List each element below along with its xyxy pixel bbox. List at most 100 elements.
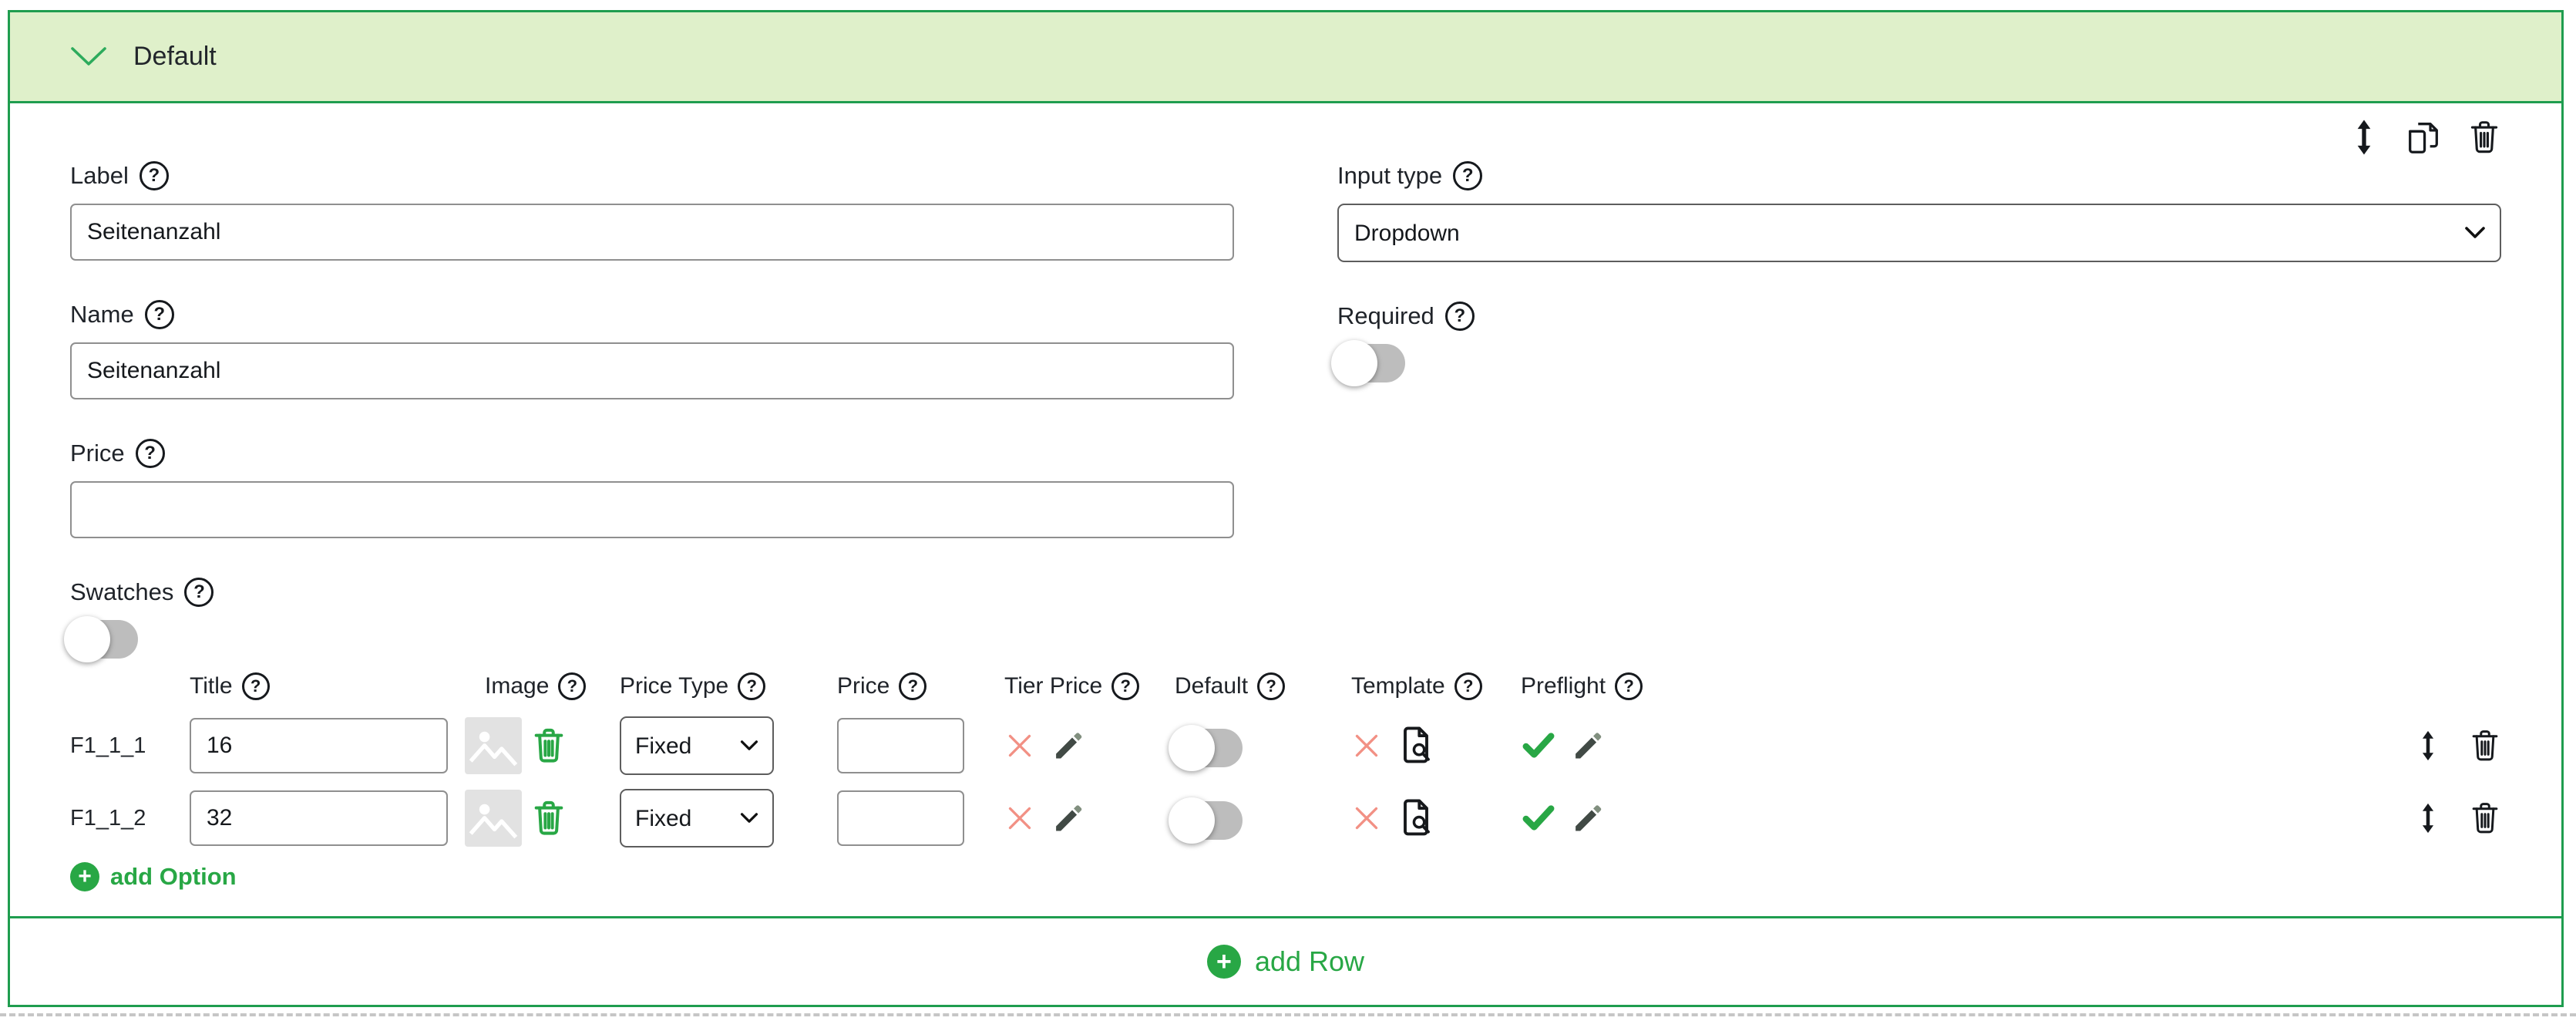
help-icon[interactable]: ? [184, 578, 214, 607]
price-type-select[interactable]: Fixed [620, 716, 774, 775]
price-field-group: Price ? [70, 438, 1234, 538]
option-title-input[interactable] [190, 718, 448, 773]
tier-price-unset-x-icon [1004, 730, 1035, 761]
input-type-select[interactable]: Dropdown [1337, 204, 2501, 262]
option-image-placeholder[interactable] [465, 790, 522, 847]
option-panel: Default [8, 10, 2564, 1007]
help-icon[interactable]: ? [1454, 672, 1482, 700]
panel-title: Default [133, 42, 217, 72]
plus-circle-icon: + [70, 862, 99, 891]
tier-price-unset-x-icon [1004, 803, 1035, 834]
move-option-icon[interactable] [2415, 800, 2441, 836]
column-header-price: Price? [837, 671, 1004, 702]
label-input[interactable] [70, 204, 1234, 261]
price-input[interactable] [70, 481, 1234, 538]
help-icon[interactable]: ? [738, 672, 765, 700]
panel-toolbar [70, 117, 2501, 157]
help-icon[interactable]: ? [136, 439, 165, 468]
column-header-preflight: Preflight? [1521, 671, 1621, 702]
column-header-template: Template? [1351, 671, 1521, 702]
swatches-field-caption: Swatches [70, 577, 173, 608]
help-icon[interactable]: ? [558, 672, 586, 700]
swatches-field-group: Swatches ? [70, 577, 1234, 659]
label-field-label: Label ? [70, 160, 1234, 191]
input-type-select-wrap: Dropdown [1337, 204, 2501, 262]
delete-panel-icon[interactable] [2467, 118, 2501, 157]
required-field-group: Required ? [1337, 301, 2501, 382]
column-header-price-type: Price Type? [620, 671, 837, 702]
add-option-label: add Option [110, 863, 237, 891]
option-row: F1_1_2 [70, 782, 2501, 854]
help-icon[interactable]: ? [140, 161, 169, 190]
edit-preflight-pencil-icon[interactable] [1572, 801, 1606, 835]
edit-tier-price-pencil-icon[interactable] [1052, 801, 1086, 835]
move-vertical-icon[interactable] [2349, 117, 2379, 157]
panel-header[interactable]: Default [10, 12, 2561, 103]
fields-right-column: Input type ? Dropdown [1337, 160, 2501, 659]
toggle-knob [1169, 797, 1215, 844]
column-header-default: Default? [1175, 671, 1351, 702]
delete-option-icon[interactable] [2469, 800, 2501, 837]
help-icon[interactable]: ? [1615, 672, 1643, 700]
price-field-label: Price ? [70, 438, 1234, 469]
option-image-placeholder[interactable] [465, 717, 522, 774]
add-row-label: add Row [1255, 945, 1364, 978]
help-icon[interactable]: ? [1445, 302, 1475, 331]
template-preview-file-search-icon[interactable] [1396, 797, 1436, 840]
name-field-label: Name ? [70, 299, 1234, 330]
edit-tier-price-pencil-icon[interactable] [1052, 729, 1086, 763]
required-toggle[interactable] [1337, 344, 1405, 382]
help-icon[interactable]: ? [1111, 672, 1139, 700]
help-icon[interactable]: ? [145, 300, 174, 329]
delete-image-icon[interactable] [531, 798, 567, 838]
input-type-field-group: Input type ? Dropdown [1337, 160, 2501, 262]
drop-zone-divider [0, 1013, 2576, 1016]
option-row-actions [2378, 800, 2501, 837]
input-type-field-label: Input type ? [1337, 160, 2501, 191]
plus-circle-icon: + [1207, 945, 1241, 979]
default-toggle[interactable] [1175, 801, 1243, 840]
option-row: F1_1_1 [70, 709, 2501, 782]
required-field-caption: Required [1337, 301, 1434, 332]
help-icon[interactable]: ? [1453, 161, 1482, 190]
label-field-caption: Label [70, 160, 129, 191]
input-type-field-caption: Input type [1337, 160, 1442, 191]
help-icon[interactable]: ? [899, 672, 926, 700]
edit-preflight-pencil-icon[interactable] [1572, 729, 1606, 763]
column-header-title: Title? [190, 671, 465, 702]
toggle-knob [1331, 340, 1377, 386]
toggle-knob [64, 616, 110, 662]
fields-left-column: Label ? Name ? Price [70, 160, 1234, 659]
name-field-group: Name ? [70, 299, 1234, 399]
chevron-down-icon[interactable] [70, 46, 107, 67]
template-preview-file-search-icon[interactable] [1396, 724, 1436, 767]
swatches-toggle[interactable] [70, 620, 138, 659]
preflight-set-check-icon [1521, 730, 1556, 762]
swatches-field-label: Swatches ? [70, 577, 1234, 608]
option-price-input[interactable] [837, 790, 964, 846]
delete-image-icon[interactable] [531, 726, 567, 766]
move-option-icon[interactable] [2415, 728, 2441, 763]
add-option-button[interactable]: + add Option [70, 862, 237, 891]
price-type-select-wrap: Fixed [620, 789, 774, 847]
options-table-header: Title? Image? Price Type? Price? Tier Pr… [70, 671, 2501, 702]
option-price-input[interactable] [837, 718, 964, 773]
add-row-button[interactable]: + add Row [10, 916, 2561, 1005]
template-unset-x-icon [1351, 730, 1382, 761]
name-input[interactable] [70, 342, 1234, 399]
price-field-caption: Price [70, 438, 125, 469]
name-field-caption: Name [70, 299, 134, 330]
label-field-group: Label ? [70, 160, 1234, 261]
duplicate-icon[interactable] [2404, 117, 2443, 157]
help-icon[interactable]: ? [1257, 672, 1285, 700]
option-title-input[interactable] [190, 790, 448, 846]
template-unset-x-icon [1351, 803, 1382, 834]
price-type-select[interactable]: Fixed [620, 789, 774, 847]
panel-body: Label ? Name ? Price [10, 103, 2561, 916]
default-toggle[interactable] [1175, 729, 1243, 767]
options-table: Title? Image? Price Type? Price? Tier Pr… [70, 671, 2501, 891]
help-icon[interactable]: ? [242, 672, 270, 700]
delete-option-icon[interactable] [2469, 727, 2501, 764]
toggle-knob [1169, 725, 1215, 771]
column-header-image: Image? [465, 671, 620, 702]
